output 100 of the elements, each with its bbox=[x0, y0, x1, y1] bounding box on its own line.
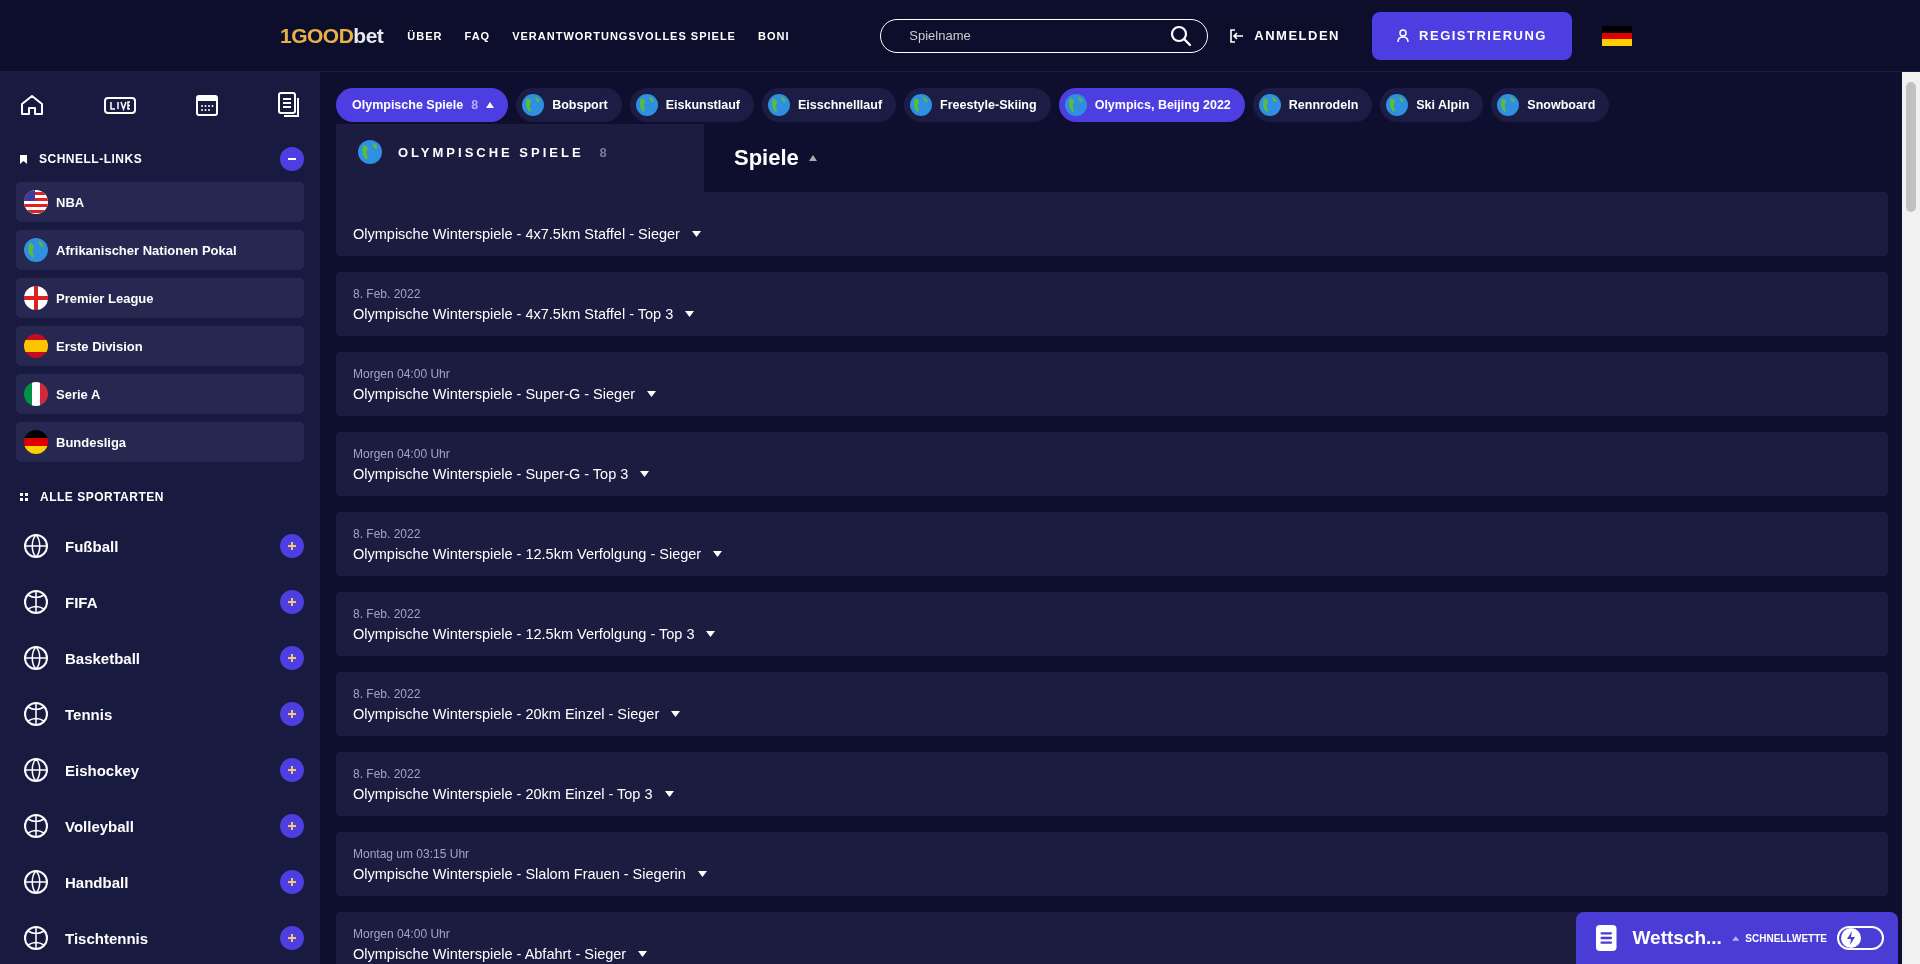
event-date: Morgen 04:00 Uhr bbox=[353, 926, 450, 941]
page-heading: Spiele bbox=[734, 145, 799, 171]
caret-icon bbox=[697, 870, 707, 877]
event-date: 8. Feb. 2022 bbox=[353, 606, 421, 621]
caret-icon bbox=[685, 310, 695, 317]
home-icon[interactable] bbox=[20, 94, 44, 116]
event-date: 8. Feb. 2022 bbox=[353, 766, 421, 781]
quick-bet-label: SCHNELLWETTE bbox=[1745, 932, 1827, 944]
event-title: Olympische Winterspiele - Super-G - Sieger bbox=[353, 385, 636, 402]
scrollbar[interactable] bbox=[1902, 72, 1920, 964]
sport-link[interactable]: FIFA bbox=[65, 593, 98, 611]
scrollbar-thumb[interactable] bbox=[1906, 82, 1916, 212]
expand-button[interactable] bbox=[280, 590, 304, 614]
tab[interactable]: Snowboard bbox=[1491, 88, 1610, 122]
plus-icon bbox=[287, 541, 297, 551]
tab[interactable]: Eiskunstlauf bbox=[629, 88, 754, 122]
event-title: Olympische Winterspiele - Abfahrt - Sieger bbox=[353, 945, 627, 962]
search-field[interactable]: Spielname bbox=[880, 18, 1209, 53]
quick-link[interactable]: NBA bbox=[16, 182, 304, 222]
caret-icon bbox=[664, 790, 674, 797]
tab[interactable]: Olympics, Beijing 2022 bbox=[1058, 88, 1245, 122]
globe-icon bbox=[1497, 94, 1520, 116]
register-button[interactable]: REGISTRIERUNG bbox=[1372, 11, 1572, 60]
globe-icon bbox=[768, 94, 790, 116]
flag-icon[interactable] bbox=[1602, 25, 1632, 46]
event-card[interactable]: Morgen 04:00 Uhr Olympische Winterspiele - Super-G - Top 3 bbox=[336, 432, 1888, 496]
globe-icon bbox=[635, 94, 658, 116]
quick-link[interactable]: Premier League bbox=[16, 278, 304, 318]
plus-icon bbox=[287, 821, 297, 831]
flag-icon bbox=[24, 190, 48, 214]
expand-button[interactable] bbox=[280, 870, 304, 894]
bet-slip-dialog[interactable]: Wettsch... SCHNELLWETTE bbox=[1576, 912, 1898, 964]
event-card[interactable]: Morgen 04:00 Uhr Olympische Winterspiele - Super-G - Sieger bbox=[336, 352, 1888, 416]
expand-button[interactable] bbox=[280, 814, 304, 838]
expand-button[interactable] bbox=[280, 758, 304, 782]
expand-button[interactable] bbox=[280, 534, 304, 558]
nav-link[interactable]: VERANTWORTUNGSVOLLES SPIELE bbox=[512, 29, 736, 42]
flag-icon bbox=[24, 382, 48, 406]
event-card[interactable]: 8. Feb. 2022 Olympische Winterspiele - 4x7.5km Staffel - Top 3 bbox=[336, 272, 1888, 336]
calendar-icon[interactable] bbox=[196, 94, 218, 116]
sport-link[interactable]: Handball bbox=[65, 873, 129, 891]
live-icon[interactable] bbox=[104, 96, 136, 114]
tab[interactable]: Olympische Spiele 8 bbox=[336, 88, 509, 122]
tab[interactable]: Eisschnelllauf bbox=[762, 88, 897, 122]
menu-item[interactable]: OLYMPISCHE SPIELE 8 bbox=[336, 124, 704, 180]
event-card[interactable]: 8. Feb. 2022 Olympische Winterspiele - 12.5km Verfolgung - Sieger bbox=[336, 512, 1888, 576]
ball-icon bbox=[23, 701, 49, 727]
user-icon bbox=[1397, 28, 1410, 43]
list-icon bbox=[1596, 924, 1617, 952]
event-date: 8. Feb. 2022 bbox=[353, 526, 421, 541]
tab[interactable]: Rennrodeln bbox=[1252, 88, 1373, 122]
event-card[interactable]: 8. Feb. 2022 Olympische Winterspiele - 12.5km Verfolgung - Top 3 bbox=[336, 592, 1888, 656]
ball-icon bbox=[23, 645, 49, 671]
event-title: Olympische Winterspiele - 12.5km Verfolgung - Top 3 bbox=[353, 625, 695, 642]
logo[interactable]: 1GOODbet bbox=[280, 23, 384, 48]
sport-link[interactable]: Tischtennis bbox=[65, 929, 149, 947]
tab[interactable]: Bobsport bbox=[516, 88, 622, 122]
tab[interactable]: Freestyle-Skiing bbox=[904, 88, 1051, 122]
document-icon[interactable] bbox=[278, 92, 300, 118]
sport-link[interactable]: Tennis bbox=[65, 705, 113, 723]
event-date: Morgen 04:00 Uhr bbox=[353, 366, 450, 381]
ball-icon bbox=[23, 925, 49, 951]
nav-link[interactable]: BONI bbox=[757, 29, 790, 42]
caret-icon bbox=[640, 470, 650, 477]
event-card[interactable]: 8. Feb. 2022 Olympische Winterspiele - 20km Einzel - Sieger bbox=[336, 672, 1888, 736]
collapse-button[interactable] bbox=[280, 147, 304, 171]
tab[interactable]: Ski Alpin bbox=[1380, 88, 1484, 122]
expand-button[interactable] bbox=[280, 926, 304, 950]
quick-bet-toggle[interactable] bbox=[1837, 926, 1884, 950]
caret-icon[interactable] bbox=[808, 155, 817, 161]
caret-icon bbox=[713, 550, 723, 557]
sport-link[interactable]: Basketball bbox=[65, 649, 141, 667]
quick-link[interactable]: Bundesliga bbox=[16, 422, 304, 462]
section-title: ALLE SPORTARTEN bbox=[40, 490, 164, 504]
sport-link[interactable]: Fußball bbox=[65, 537, 119, 555]
section-title: SCHNELL-LINKS bbox=[39, 152, 143, 166]
expand-button[interactable] bbox=[280, 646, 304, 670]
plus-icon bbox=[287, 597, 297, 607]
expand-button[interactable] bbox=[280, 702, 304, 726]
event-card[interactable]: Olympische Winterspiele - 4x7.5km Staffel - Sieger bbox=[336, 192, 1888, 256]
event-date: Montag um 03:15 Uhr bbox=[353, 846, 470, 861]
sport-link[interactable]: Volleyball bbox=[65, 817, 134, 835]
sport-link[interactable]: Eishockey bbox=[65, 761, 140, 779]
event-card[interactable]: Montag um 03:15 Uhr Olympische Winterspiele - Slalom Frauen - Siegerin bbox=[336, 832, 1888, 896]
event-title: Olympische Winterspiele - Super-G - Top 3 bbox=[353, 465, 629, 482]
globe-icon bbox=[522, 94, 545, 116]
login-link[interactable]: ANMELDEN bbox=[1230, 28, 1340, 43]
ball-icon bbox=[23, 589, 49, 615]
event-card[interactable]: 8. Feb. 2022 Olympische Winterspiele - 20km Einzel - Top 3 bbox=[336, 752, 1888, 816]
quick-link[interactable]: Afrikanischer Nationen Pokal bbox=[16, 230, 304, 270]
login-icon bbox=[1230, 28, 1245, 43]
quick-link[interactable]: Erste Division bbox=[16, 326, 304, 366]
quick-link[interactable]: Serie A bbox=[16, 374, 304, 414]
caret-icon bbox=[1731, 935, 1740, 941]
globe-icon bbox=[24, 238, 48, 262]
plus-icon bbox=[287, 877, 297, 887]
event-date: 8. Feb. 2022 bbox=[353, 286, 421, 301]
nav-link[interactable]: ÜBER bbox=[407, 29, 443, 42]
nav-link[interactable]: FAQ bbox=[464, 29, 491, 42]
globe-icon bbox=[1386, 94, 1409, 116]
